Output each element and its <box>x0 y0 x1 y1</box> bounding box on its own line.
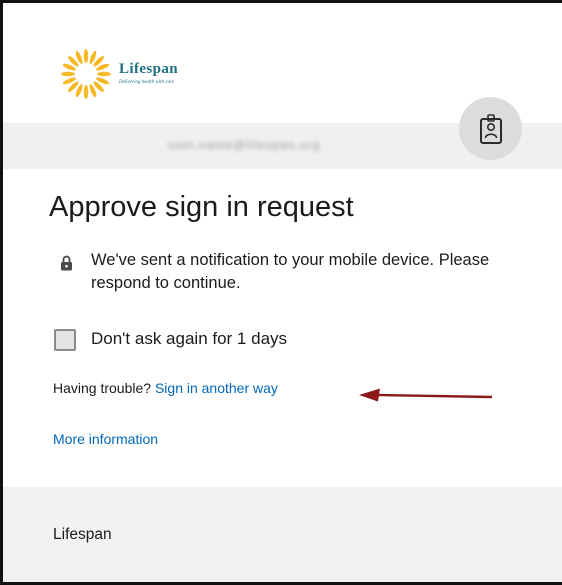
logo-tagline: Delivering health with care <box>119 80 174 85</box>
having-trouble-row: Having trouble? Sign in another way <box>53 380 278 396</box>
logo-name: Lifespan <box>119 61 179 77</box>
lock-icon <box>61 255 72 271</box>
lifespan-logo: Lifespan Delivering health with care <box>61 49 178 99</box>
logo-text: Lifespan Delivering health with care <box>119 61 178 85</box>
footer-text: Lifespan <box>53 526 112 543</box>
account-email: user.name@lifespan.org <box>168 138 321 152</box>
sign-in-card: Lifespan Delivering health with care use… <box>0 0 562 585</box>
id-badge-icon <box>479 113 502 144</box>
more-information-link[interactable]: More information <box>53 431 158 447</box>
notification-message: We've sent a notification to your mobile… <box>91 251 490 292</box>
arrow-left-icon <box>359 388 493 402</box>
dont-ask-again-checkbox[interactable] <box>54 329 76 351</box>
account-avatar <box>459 97 522 160</box>
sign-in-another-way-link[interactable]: Sign in another way <box>155 380 278 396</box>
dont-ask-again-label[interactable]: Don't ask again for 1 days <box>91 329 287 349</box>
sun-logo-icon <box>61 49 111 99</box>
page-title: Approve sign in request <box>49 191 354 223</box>
having-trouble-text: Having trouble? <box>53 380 152 396</box>
